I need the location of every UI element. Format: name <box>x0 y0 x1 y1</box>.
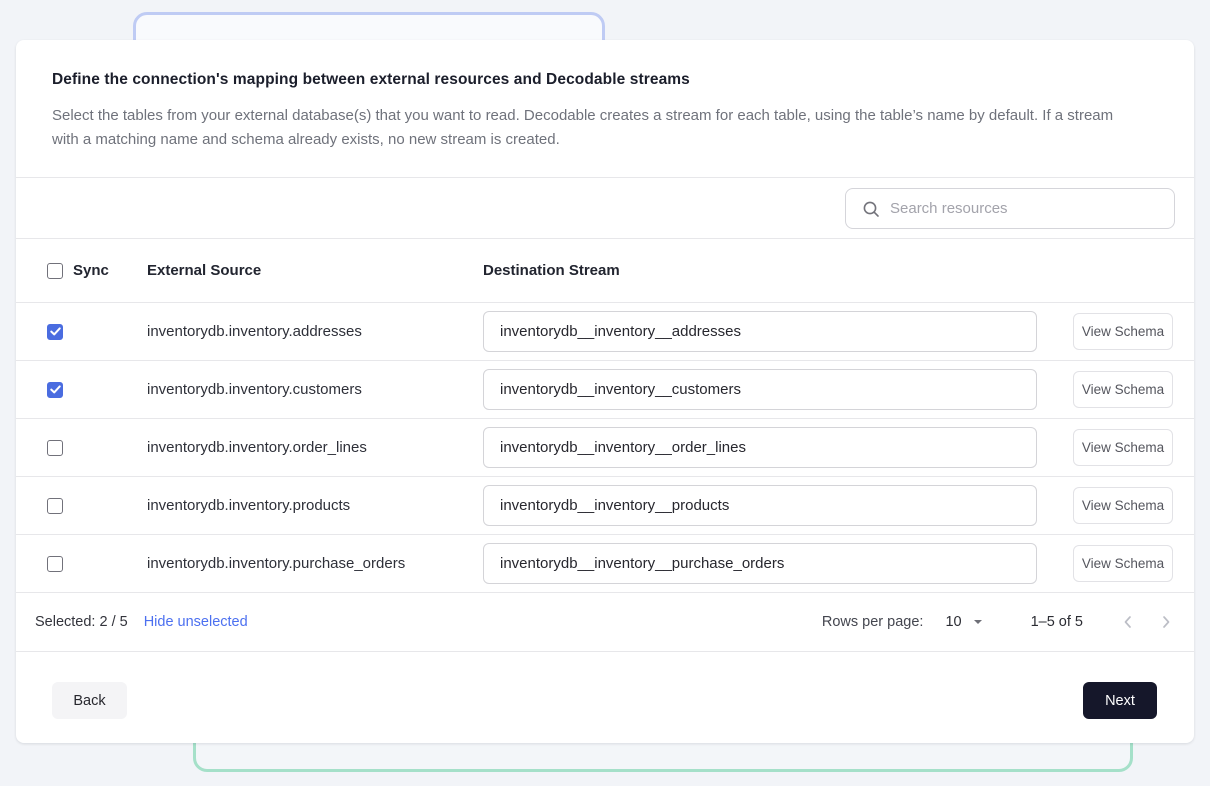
selected-count: Selected: 2 / 5 <box>35 614 128 630</box>
search-box <box>845 188 1175 229</box>
view-schema-button[interactable]: View Schema <box>1073 487 1173 524</box>
table-row: inventorydb.inventory.products View Sche… <box>16 476 1194 534</box>
table-row: inventorydb.inventory.purchase_orders Vi… <box>16 534 1194 592</box>
row-sync-checkbox[interactable] <box>47 556 63 572</box>
external-source-value: inventorydb.inventory.addresses <box>147 323 483 340</box>
select-all-checkbox[interactable] <box>47 263 63 279</box>
external-source-value: inventorydb.inventory.purchase_orders <box>147 555 483 572</box>
rows-per-page-select[interactable]: 10 <box>945 614 982 630</box>
page-range-label: 1–5 of 5 <box>1031 614 1083 630</box>
dialog-title: Define the connection's mapping between … <box>52 71 1158 89</box>
view-schema-button[interactable]: View Schema <box>1073 545 1173 582</box>
table-header-row: Sync External Source Destination Stream <box>16 238 1194 302</box>
rows-per-page-label: Rows per page: <box>822 614 924 630</box>
search-input[interactable] <box>890 189 1174 228</box>
back-button[interactable]: Back <box>52 682 127 719</box>
dialog-actions: Back Next <box>16 651 1194 743</box>
destination-stream-input[interactable] <box>483 543 1037 584</box>
external-source-value: inventorydb.inventory.customers <box>147 381 483 398</box>
view-schema-button[interactable]: View Schema <box>1073 371 1173 408</box>
search-toolbar <box>16 177 1194 238</box>
table-row: inventorydb.inventory.customers View Sch… <box>16 360 1194 418</box>
dialog-description: Select the tables from your external dat… <box>52 104 1128 152</box>
column-header-destination-stream: Destination Stream <box>483 262 1057 279</box>
row-sync-checkbox[interactable] <box>47 324 63 340</box>
destination-stream-input[interactable] <box>483 485 1037 526</box>
previous-page-chevron-icon[interactable] <box>1121 615 1135 629</box>
next-button[interactable]: Next <box>1083 682 1157 719</box>
row-sync-checkbox[interactable] <box>47 440 63 456</box>
column-header-external-source: External Source <box>147 262 483 279</box>
column-header-sync: Sync <box>73 262 109 279</box>
row-sync-checkbox[interactable] <box>47 498 63 514</box>
table-row: inventorydb.inventory.addresses View Sch… <box>16 302 1194 360</box>
external-source-value: inventorydb.inventory.order_lines <box>147 439 483 456</box>
hide-unselected-link[interactable]: Hide unselected <box>144 614 248 630</box>
table-row: inventorydb.inventory.order_lines View S… <box>16 418 1194 476</box>
external-source-value: inventorydb.inventory.products <box>147 497 483 514</box>
rows-per-page-value: 10 <box>945 614 961 630</box>
row-sync-checkbox[interactable] <box>47 382 63 398</box>
search-icon <box>862 200 880 218</box>
table-footer: Selected: 2 / 5 Hide unselected Rows per… <box>16 592 1194 651</box>
caret-down-icon <box>973 619 983 625</box>
connection-mapping-dialog: Define the connection's mapping between … <box>16 40 1194 743</box>
dialog-header: Define the connection's mapping between … <box>16 40 1194 177</box>
view-schema-button[interactable]: View Schema <box>1073 429 1173 466</box>
destination-stream-input[interactable] <box>483 369 1037 410</box>
next-page-chevron-icon[interactable] <box>1159 615 1173 629</box>
destination-stream-input[interactable] <box>483 427 1037 468</box>
destination-stream-input[interactable] <box>483 311 1037 352</box>
view-schema-button[interactable]: View Schema <box>1073 313 1173 350</box>
